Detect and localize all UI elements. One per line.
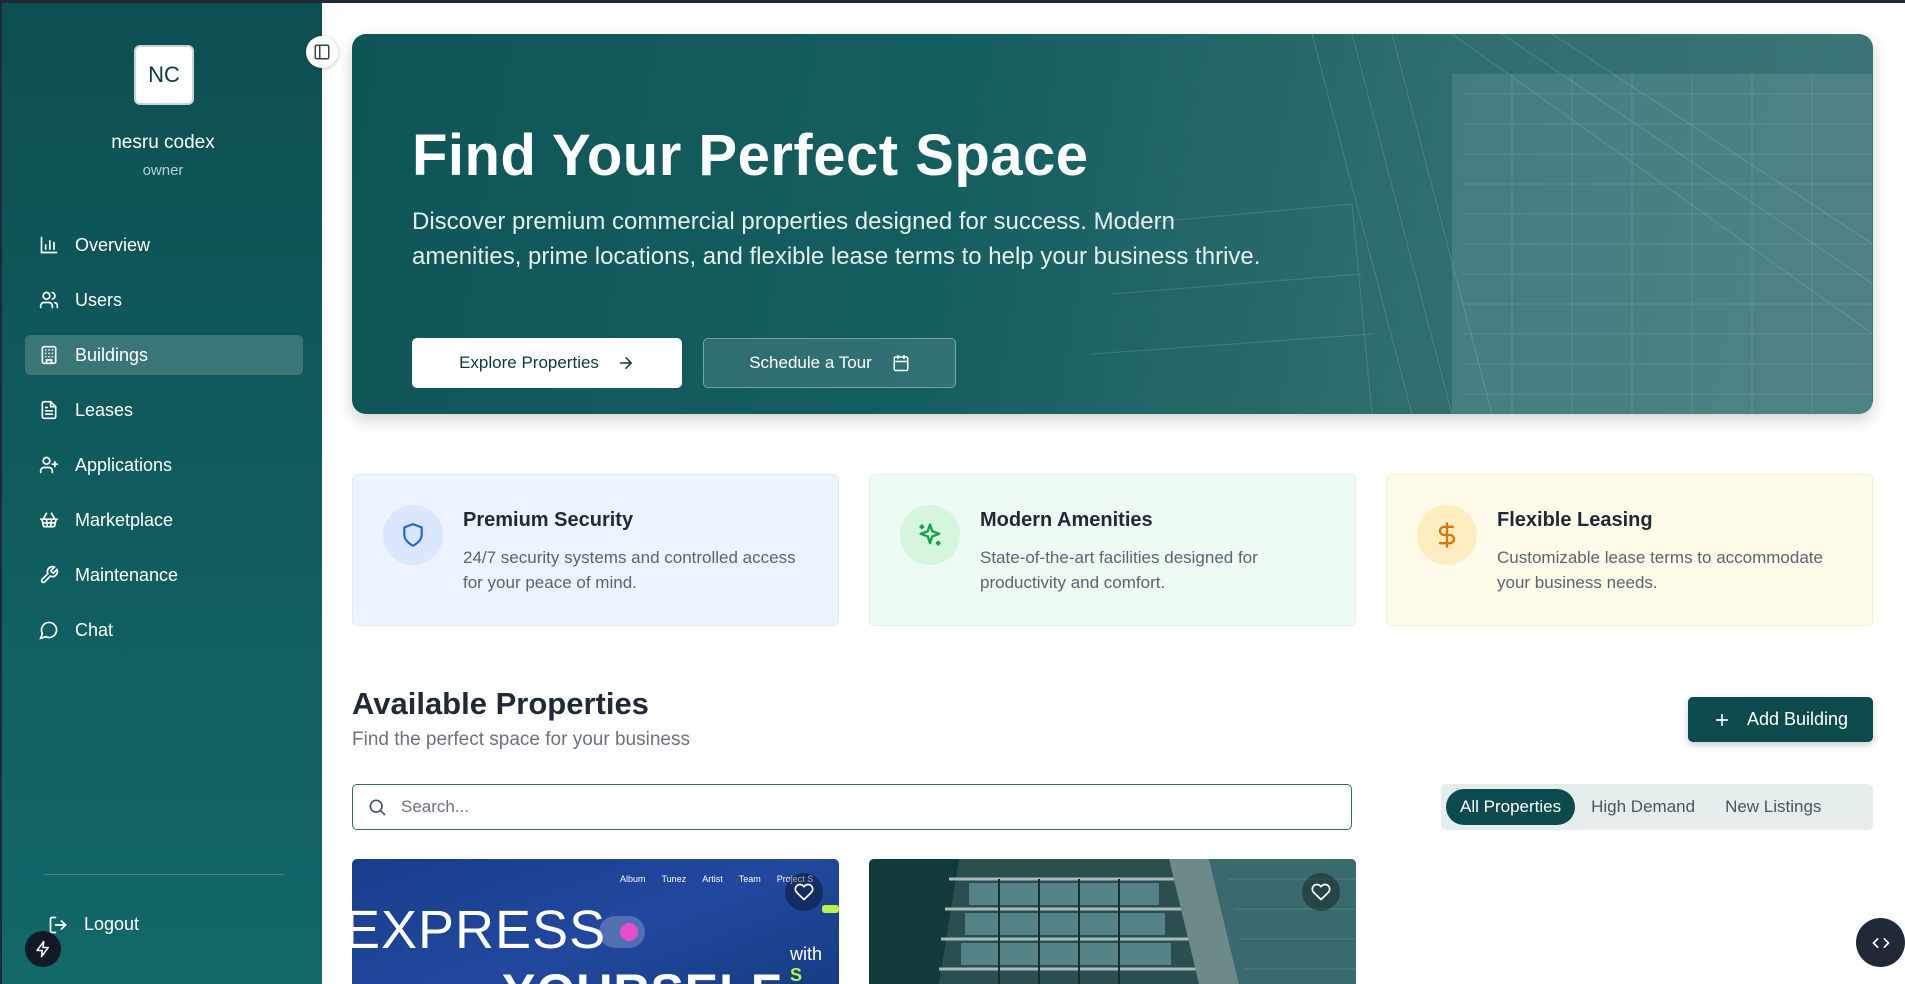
sidebar-item-chat[interactable]: Chat: [25, 610, 303, 650]
avatar[interactable]: NC: [134, 45, 194, 105]
explore-properties-button[interactable]: Explore Properties: [412, 338, 682, 388]
feature-text: State-of-the-art facilities designed for…: [980, 548, 1258, 592]
code-toggle-button[interactable]: [1856, 918, 1905, 967]
sidebar-toggle-button[interactable]: [306, 36, 338, 68]
code-icon: [1871, 937, 1890, 948]
basket-icon: [39, 512, 59, 528]
hero-subtitle: Discover premium commercial properties d…: [412, 208, 1261, 270]
user-role: owner: [142, 162, 184, 179]
feature-title: Premium Security: [463, 509, 634, 531]
sparkles-icon: [900, 505, 960, 565]
bolt-button[interactable]: [25, 931, 61, 967]
schedule-tour-button[interactable]: Schedule a Tour: [703, 338, 956, 388]
bolt-icon: [36, 940, 49, 958]
add-building-label: Add Building: [1746, 709, 1849, 729]
bar-chart-icon: [40, 236, 58, 254]
sidebar-item-buildings[interactable]: Buildings: [25, 335, 303, 375]
sidebar-item-label: Marketplace: [75, 509, 174, 530]
filter-new-listings[interactable]: New Listings: [1711, 789, 1835, 825]
image-with-accent: S: [790, 965, 803, 984]
image-nav-text: Album Tunez Artist Team Project S: [620, 874, 813, 884]
filter-tabs: All Properties High Demand New Listings: [1441, 784, 1873, 830]
schedule-tour-label: Schedule a Tour: [749, 353, 872, 372]
sidebar-item-overview[interactable]: Overview: [25, 225, 303, 265]
sidebar-item-maintenance[interactable]: Maintenance: [25, 555, 303, 595]
sidebar-nav: Overview Users Buildings Leases Applicat…: [25, 225, 303, 665]
sidebar-item-users[interactable]: Users: [25, 280, 303, 320]
sidebar-item-applications[interactable]: Applications: [25, 445, 303, 485]
calendar-icon: [893, 354, 909, 372]
logout-icon: [49, 916, 67, 933]
favorite-button[interactable]: [1302, 873, 1340, 911]
sidebar-item-label: Maintenance: [75, 564, 179, 585]
logout-label: Logout: [84, 914, 140, 934]
dollar-icon: [1417, 505, 1477, 565]
plus-icon: [1715, 713, 1729, 726]
main-content: Find Your Perfect Space Discover premium…: [322, 0, 1905, 984]
hero-title: Find Your Perfect Space: [412, 123, 1089, 188]
sidebar-divider: [44, 874, 284, 875]
filter-high-demand[interactable]: High Demand: [1577, 789, 1709, 825]
image-nav-item: Team: [738, 874, 761, 884]
file-text-icon: [41, 400, 57, 420]
image-with-text: with S: [790, 944, 839, 984]
search-icon: [369, 799, 386, 816]
image-headline: EXPRESS: [352, 900, 607, 960]
users-icon: [39, 291, 59, 309]
sidebar-item-label: Leases: [75, 399, 134, 420]
image-nav-item: Artist: [702, 874, 723, 884]
sidebar-item-label: Chat: [75, 619, 114, 640]
sidebar-item-label: Overview: [75, 234, 151, 255]
explore-properties-label: Explore Properties: [459, 353, 599, 372]
user-plus-icon: [39, 456, 59, 474]
image-nav-item: Album: [620, 874, 646, 884]
feature-card-leasing: Flexible Leasing Customizable lease term…: [1386, 474, 1873, 626]
sidebar-item-label: Applications: [75, 454, 173, 475]
window-top-border: [0, 0, 1905, 3]
property-image: [869, 859, 1356, 984]
wrench-icon: [40, 565, 59, 584]
section-subtitle: Find the perfect space for your business: [352, 729, 690, 750]
hero-banner: Find Your Perfect Space Discover premium…: [352, 34, 1873, 414]
favorite-button[interactable]: [785, 873, 823, 911]
image-headline-2: YOURSELF: [502, 963, 782, 984]
sidebar-item-marketplace[interactable]: Marketplace: [25, 500, 303, 540]
property-card[interactable]: Album Tunez Artist Team Project S EXPRES…: [352, 859, 839, 984]
heart-icon: [794, 883, 814, 901]
logout-button[interactable]: Logout: [48, 914, 139, 935]
sidebar-item-label: Buildings: [75, 344, 149, 365]
feature-title: Modern Amenities: [980, 509, 1153, 531]
feature-card-security: Premium Security 24/7 security systems a…: [352, 474, 839, 626]
building-icon: [41, 345, 57, 365]
sidebar: NC nesru codex owner Overview Users Buil…: [0, 0, 322, 984]
feature-title: Flexible Leasing: [1497, 509, 1653, 531]
avatar-initials: NC: [148, 62, 180, 87]
section-title: Available Properties: [352, 686, 649, 721]
feature-text: 24/7 security systems and controlled acc…: [463, 548, 796, 592]
feature-card-amenities: Modern Amenities State-of-the-art facili…: [869, 474, 1356, 626]
image-with-word: with: [790, 944, 823, 964]
features-row: Premium Security 24/7 security systems a…: [352, 474, 1873, 626]
image-accent-bar: [822, 905, 839, 913]
heart-icon: [1311, 883, 1331, 901]
feature-text: Customizable lease terms to accommodate …: [1497, 548, 1823, 592]
add-building-button[interactable]: Add Building: [1688, 697, 1873, 742]
panel-left-icon: [314, 44, 330, 60]
filter-all-properties[interactable]: All Properties: [1446, 789, 1576, 825]
message-circle-icon: [39, 621, 58, 640]
image-nav-item: Tunez: [661, 874, 687, 884]
image-play-dot: [620, 923, 638, 941]
arrow-right-icon: [619, 357, 633, 369]
property-card[interactable]: [869, 859, 1356, 984]
shield-icon: [383, 505, 443, 565]
sidebar-item-label: Users: [75, 289, 123, 310]
search-input[interactable]: [401, 797, 1301, 817]
user-name: nesru codex: [111, 132, 215, 153]
sidebar-item-leases[interactable]: Leases: [25, 390, 303, 430]
search-box: [352, 784, 1352, 830]
